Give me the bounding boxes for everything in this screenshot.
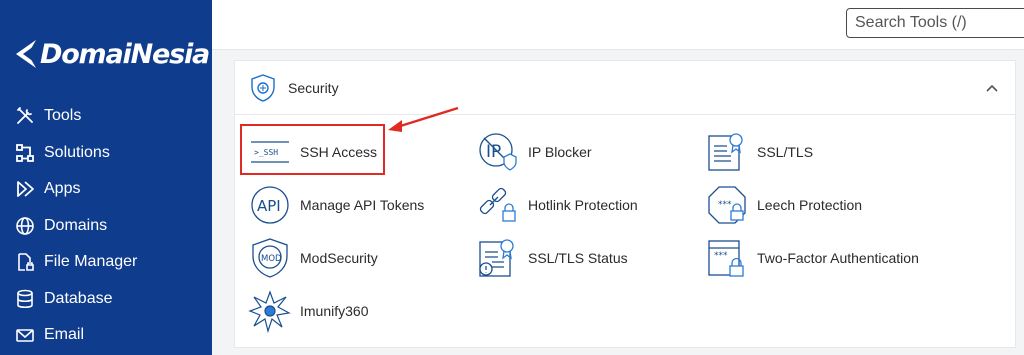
imunify-icon	[248, 289, 292, 333]
brand-logo[interactable]: DomaiNesia	[14, 34, 210, 74]
sidebar: DomaiNesia Tools Solutions Apps Domains …	[0, 0, 212, 355]
sidebar-nav: Tools Solutions Apps Domains File Manage…	[0, 98, 212, 354]
tool-imunify360[interactable]: Imunify360	[248, 289, 368, 333]
email-icon	[14, 324, 36, 346]
brand-name: DomaiNesia	[40, 38, 210, 70]
shield-icon	[251, 74, 275, 102]
ip-blocker-icon: IP	[476, 130, 520, 174]
globe-icon	[14, 215, 36, 237]
sidebar-item-label: Email	[44, 326, 85, 344]
sidebar-item-label: Database	[44, 289, 113, 307]
logo-mark-icon	[16, 40, 36, 68]
ssl-status-icon	[476, 236, 520, 280]
sidebar-item-label: File Manager	[44, 253, 138, 271]
tool-label: IP Blocker	[528, 144, 592, 160]
leech-icon: ***	[705, 183, 749, 227]
sidebar-item-email[interactable]: Email	[0, 317, 212, 354]
apps-icon	[14, 178, 36, 200]
tool-leech-protection[interactable]: *** Leech Protection	[705, 183, 862, 227]
top-bar	[212, 0, 1024, 50]
modsecurity-icon: MOD	[248, 236, 292, 280]
folder-icon	[14, 251, 36, 273]
chevron-up-icon[interactable]	[985, 81, 999, 95]
hotlink-icon	[476, 183, 520, 227]
tool-label: Imunify360	[300, 303, 369, 319]
tools-icon	[14, 105, 36, 127]
svg-text:***: ***	[718, 200, 732, 210]
tool-label: ModSecurity	[300, 250, 378, 266]
tool-label: Leech Protection	[757, 197, 863, 213]
tool-modsecurity[interactable]: MOD ModSecurity	[248, 236, 378, 280]
tool-ssl-tls[interactable]: SSL/TLS	[705, 130, 813, 174]
annotation-arrow-icon	[388, 106, 459, 132]
tool-label: SSL/TLS	[757, 144, 814, 160]
tool-label: Hotlink Protection	[528, 197, 638, 213]
tool-manage-api-tokens[interactable]: API Manage API Tokens	[248, 183, 424, 227]
sidebar-item-database[interactable]: Database	[0, 281, 212, 318]
sidebar-item-file-manager[interactable]: File Manager	[0, 244, 212, 281]
database-icon	[14, 288, 36, 310]
api-icon: API	[248, 183, 292, 227]
svg-text:MOD: MOD	[261, 254, 282, 264]
tool-hotlink-protection[interactable]: Hotlink Protection	[476, 183, 638, 227]
tool-label: Two-Factor Authentication	[757, 250, 919, 266]
svg-text:API: API	[257, 197, 281, 215]
tool-label: Manage API Tokens	[300, 197, 425, 213]
ssl-certificate-icon	[705, 130, 749, 174]
highlight-box	[240, 124, 385, 175]
tool-two-factor-authentication[interactable]: *** Two-Factor Authentication	[705, 236, 919, 280]
sidebar-item-label: Solutions	[44, 143, 110, 161]
solutions-icon	[14, 142, 36, 164]
svg-text:***: ***	[714, 251, 728, 261]
tool-ssl-tls-status[interactable]: SSL/TLS Status	[476, 236, 628, 280]
sidebar-item-label: Tools	[44, 107, 82, 125]
svg-text:IP: IP	[486, 142, 501, 162]
tool-label: SSL/TLS Status	[528, 250, 628, 266]
sidebar-item-label: Apps	[44, 180, 81, 198]
sidebar-item-tools[interactable]: Tools	[0, 98, 212, 135]
panel-title: Security	[288, 80, 339, 96]
sidebar-item-label: Domains	[44, 216, 108, 234]
panel-header[interactable]: Security	[235, 61, 1015, 115]
sidebar-item-domains[interactable]: Domains	[0, 208, 212, 245]
two-factor-icon: ***	[705, 236, 749, 280]
sidebar-item-apps[interactable]: Apps	[0, 171, 212, 208]
tool-ip-blocker[interactable]: IP IP Blocker	[476, 130, 592, 174]
search-input[interactable]	[846, 8, 1024, 38]
sidebar-item-solutions[interactable]: Solutions	[0, 135, 212, 172]
